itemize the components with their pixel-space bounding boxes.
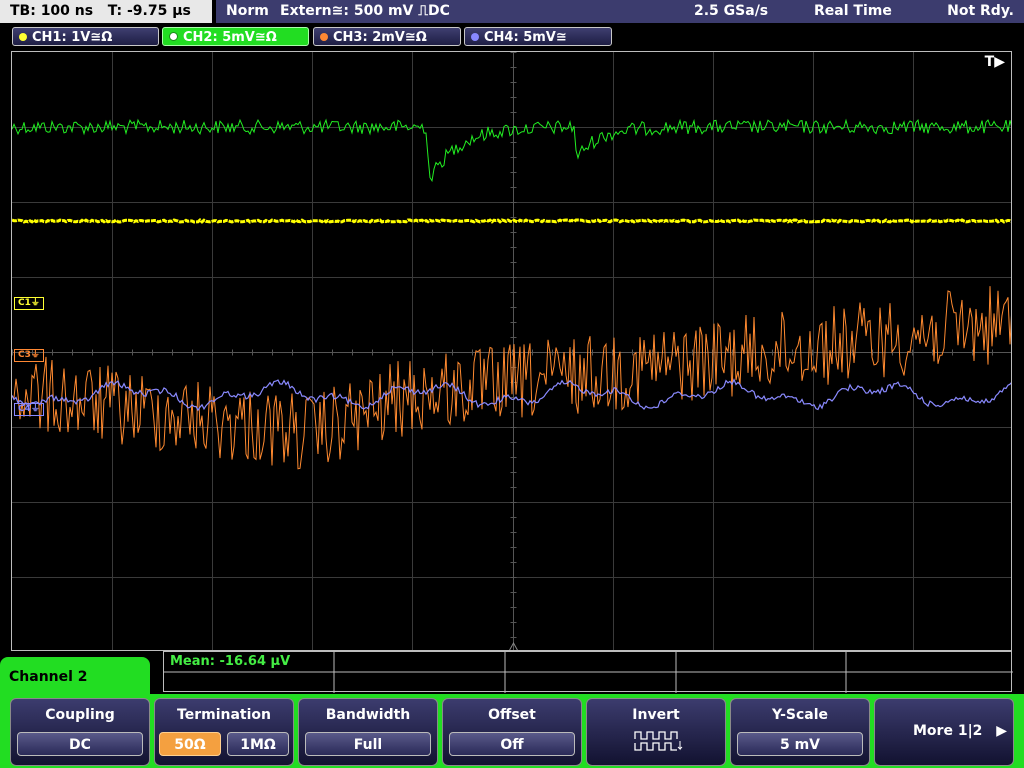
yscale-title: Y-Scale: [771, 707, 828, 723]
coupling-value[interactable]: DC: [17, 732, 143, 756]
bandwidth-softkey[interactable]: Bandwidth Full: [298, 698, 438, 766]
invert-title: Invert: [632, 707, 680, 723]
status-bar: TB: 100 ns T: -9.75 µs Norm Extern≅: 500…: [0, 0, 1024, 24]
ch2-color-icon: [169, 32, 178, 41]
trigger-source: Extern≅: 500 mV ⎍DC: [280, 3, 450, 19]
yscale-softkey[interactable]: Y-Scale 5 mV: [730, 698, 870, 766]
more-softkey[interactable]: More 1|2 ▶: [874, 698, 1014, 766]
tab-ch2[interactable]: CH2: 5mV≅Ω: [162, 27, 309, 46]
ch4-offset-marker[interactable]: C4⏚: [14, 403, 44, 416]
acquisition-state: Not Rdy.: [947, 3, 1014, 19]
trace-ch3: [12, 286, 1011, 470]
yscale-value[interactable]: 5 mV: [737, 732, 863, 756]
ch1-color-icon: [19, 33, 27, 41]
traces: [12, 118, 1011, 470]
trace-ch2: [12, 118, 1011, 183]
mean-measurement: Mean: -16.64 µV: [170, 654, 291, 669]
offset-softkey[interactable]: Offset Off: [442, 698, 582, 766]
tab-ch4-label: CH4: 5mV≅: [484, 30, 567, 45]
offset-value[interactable]: Off: [449, 732, 575, 756]
timebase-readout[interactable]: TB: 100 ns T: -9.75 µs: [0, 0, 212, 23]
termination-title: Termination: [177, 707, 271, 723]
trigger-mode: Norm: [226, 3, 269, 19]
waveform-display[interactable]: T▶ C1⏚ C3⏚ C4⏚: [11, 51, 1012, 651]
offset-title: Offset: [488, 707, 536, 723]
channel-tabs: CH1: 1V≅Ω CH2: 5mV≅Ω CH3: 2mV≅Ω CH4: 5mV…: [0, 27, 1024, 47]
tab-ch1-label: CH1: 1V≅Ω: [32, 30, 113, 45]
ch4-color-icon: [471, 33, 479, 41]
tab-ch4[interactable]: CH4: 5mV≅: [464, 27, 612, 46]
trace-ch1: [12, 217, 1011, 224]
ch1-offset-marker[interactable]: C1⏚: [14, 297, 44, 310]
ch1-marker-label: C1: [18, 298, 31, 308]
measurement-grid: [164, 652, 1013, 693]
channel-menu-title: Channel 2: [0, 657, 150, 699]
termination-50ohm-button[interactable]: 50Ω: [159, 732, 221, 756]
measurement-panel: Mean: -16.64 µV: [163, 651, 1013, 693]
invert-softkey[interactable]: Invert: [586, 698, 726, 766]
coupling-softkey[interactable]: Coupling DC: [10, 698, 150, 766]
coupling-title: Coupling: [45, 707, 115, 723]
tab-ch3[interactable]: CH3: 2mV≅Ω: [313, 27, 461, 46]
bandwidth-value[interactable]: Full: [305, 732, 431, 756]
tab-ch2-label: CH2: 5mV≅Ω: [183, 30, 277, 45]
acquisition-mode: Real Time: [814, 3, 892, 19]
trigger-bar[interactable]: Norm Extern≅: 500 mV ⎍DC 2.5 GSa/s Real …: [216, 0, 1024, 23]
more-label: More 1|2: [913, 723, 983, 739]
tab-ch3-label: CH3: 2mV≅Ω: [333, 30, 427, 45]
bandwidth-title: Bandwidth: [325, 707, 411, 723]
ch3-offset-marker[interactable]: C3⏚: [14, 349, 44, 362]
termination-1mohm-button[interactable]: 1MΩ: [227, 732, 289, 756]
sample-rate: 2.5 GSa/s: [694, 3, 769, 19]
next-page-icon: ▶: [996, 723, 1007, 739]
ch3-color-icon: [320, 33, 328, 41]
ch3-marker-label: C3: [18, 350, 31, 360]
trigger-position-marker[interactable]: T▶: [985, 54, 1005, 70]
invert-waveform-icon: [634, 731, 683, 751]
tab-ch1[interactable]: CH1: 1V≅Ω: [12, 27, 159, 46]
ch4-marker-label: C4: [18, 404, 31, 414]
termination-softkey[interactable]: Termination 50Ω 1MΩ: [154, 698, 294, 766]
